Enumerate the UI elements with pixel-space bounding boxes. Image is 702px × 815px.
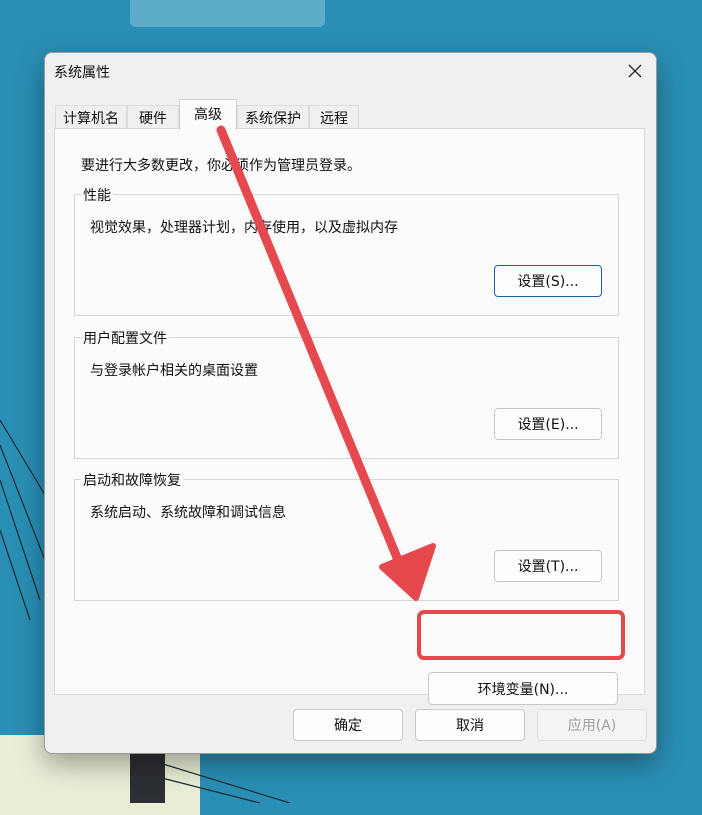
cancel-button[interactable]: 取消 — [415, 709, 525, 741]
startup-recovery-description: 系统启动、系统故障和调试信息 — [90, 505, 286, 521]
admin-notice: 要进行大多数更改，你必须作为管理员登录。 — [81, 158, 361, 174]
tab-remote[interactable]: 远程 — [309, 105, 359, 129]
apply-button[interactable]: 应用(A) — [537, 709, 647, 741]
close-icon — [628, 64, 642, 78]
tab-advanced[interactable]: 高级 — [179, 99, 237, 130]
performance-group: 性能 视觉效果，处理器计划，内存使用，以及虚拟内存 设置(S)... — [74, 185, 619, 316]
advanced-tab-panel: 要进行大多数更改，你必须作为管理员登录。 性能 视觉效果，处理器计划，内存使用，… — [54, 128, 645, 705]
tab-hardware[interactable]: 硬件 — [127, 105, 179, 129]
close-button[interactable] — [620, 57, 650, 85]
startup-recovery-settings-button[interactable]: 设置(T)... — [494, 550, 602, 582]
performance-description: 视觉效果，处理器计划，内存使用，以及虚拟内存 — [90, 220, 398, 236]
ok-button[interactable]: 确定 — [293, 709, 403, 741]
user-profiles-description: 与登录帐户相关的桌面设置 — [90, 363, 258, 379]
system-properties-dialog: 系统属性 计算机名 硬件 高级 系统保护 远程 要进行大多数更改，你必须作为管理… — [44, 52, 657, 754]
user-profiles-group: 用户配置文件 与登录帐户相关的桌面设置 设置(E)... — [74, 328, 619, 459]
window-title: 系统属性 — [54, 65, 110, 81]
performance-settings-button[interactable]: 设置(S)... — [494, 265, 602, 297]
title-bar[interactable]: 系统属性 — [45, 53, 656, 89]
startup-recovery-label: 启动和故障恢复 — [81, 470, 183, 490]
tab-computer-name[interactable]: 计算机名 — [55, 105, 127, 129]
environment-variables-button[interactable]: 环境变量(N)... — [428, 672, 618, 705]
tab-system-protection[interactable]: 系统保护 — [237, 105, 309, 129]
user-profiles-label: 用户配置文件 — [81, 328, 169, 348]
performance-label: 性能 — [81, 185, 113, 205]
user-profiles-settings-button[interactable]: 设置(E)... — [494, 408, 602, 440]
startup-recovery-group: 启动和故障恢复 系统启动、系统故障和调试信息 设置(T)... — [74, 470, 619, 601]
